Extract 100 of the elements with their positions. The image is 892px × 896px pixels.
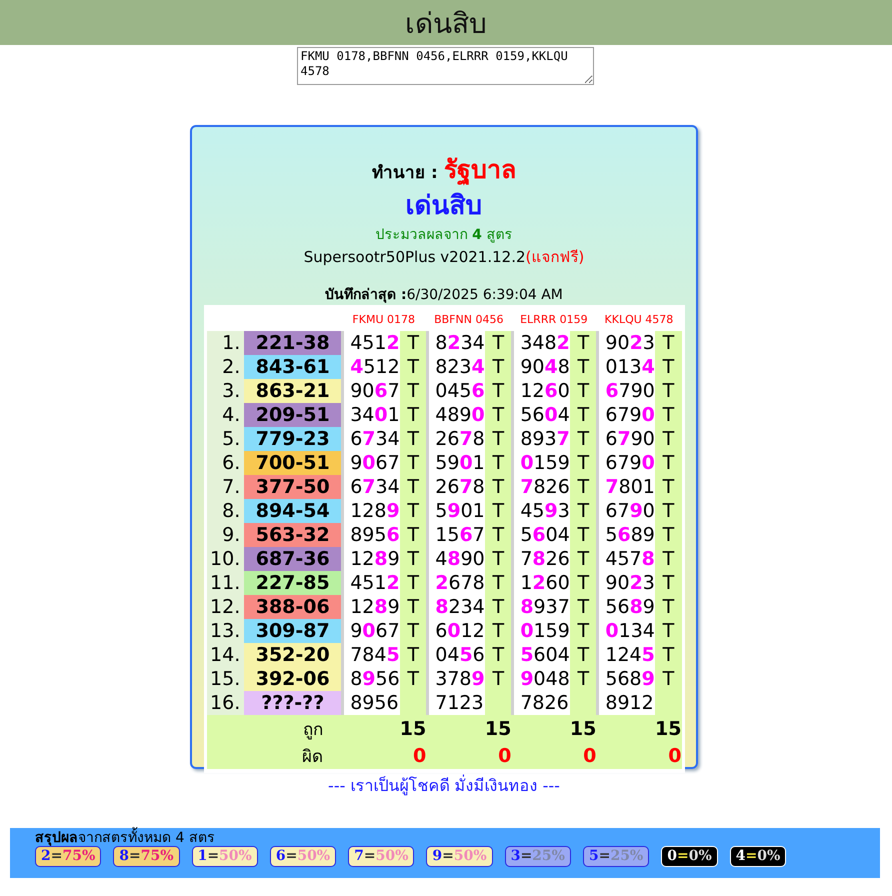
formula-number: 5689 — [596, 667, 656, 691]
predicted-number: ???-?? — [244, 691, 342, 715]
digit-percent-chip: 3=25% — [504, 846, 571, 867]
row-index: 7. — [206, 475, 244, 499]
formula-input-field[interactable]: FKMU 0178,BBFNN 0456,ELRRR 0159,KKLQU 4578 — [296, 47, 594, 85]
predict-label: ทำนาย : — [372, 162, 438, 185]
formula-number: 4593 — [511, 499, 570, 523]
row-index: 8. — [206, 499, 244, 523]
hit-mark: T — [570, 499, 596, 523]
formula-number: 8956 — [341, 691, 400, 715]
digit-percent-chip: 2=75% — [35, 846, 102, 867]
hit-mark: T — [485, 499, 512, 523]
formula-number: 8912 — [596, 691, 656, 715]
formula-number: 5901 — [426, 499, 486, 523]
total-label: ถูก — [303, 720, 324, 740]
formula-number: 5901 — [426, 451, 486, 475]
formula-number: 7826 — [511, 547, 570, 571]
hit-mark: T — [485, 355, 512, 379]
hit-mark: T — [485, 427, 512, 451]
formula-number: 4890 — [426, 403, 486, 427]
hit-mark: T — [400, 451, 426, 475]
formula-number: 4512 — [341, 355, 400, 379]
subtitle-text: ประมวลผลจาก 4 สูตร — [376, 226, 512, 245]
hit-mark: T — [400, 379, 426, 403]
hit-mark: T — [570, 547, 596, 571]
formula-number: 6734 — [341, 427, 400, 451]
hit-mark: T — [570, 331, 596, 355]
hit-mark: T — [485, 595, 512, 619]
hit-mark: T — [485, 523, 512, 547]
row-index: 15. — [206, 667, 244, 691]
digit-percent-chip: 7=50% — [348, 846, 414, 867]
hit-mark: T — [400, 475, 426, 499]
saved-label: บันทึกล่าสุด : — [325, 287, 407, 303]
predicted-number: 779-23 — [244, 427, 342, 451]
total-count: 15 — [655, 718, 682, 740]
formula-number: 8234 — [426, 355, 486, 379]
formula-number: 1289 — [341, 547, 400, 571]
predicted-number: 843-61 — [244, 355, 342, 379]
formula-number: 0456 — [426, 643, 486, 667]
digit-percent-chip: 8=75% — [113, 846, 180, 867]
row-index: 5. — [206, 427, 244, 451]
formula-number: 1567 — [426, 523, 486, 547]
hit-mark: T — [655, 379, 682, 403]
formula-number: 0134 — [596, 355, 656, 379]
digit-percent-chip: 5=25% — [582, 846, 650, 867]
hit-mark: T — [400, 547, 426, 571]
hit-mark: T — [400, 595, 426, 619]
formula-number: 0159 — [511, 451, 570, 475]
formula-number: 7801 — [596, 475, 656, 499]
hit-mark: T — [485, 547, 512, 571]
predicted-number: 563-32 — [244, 523, 342, 547]
total-count: 15 — [570, 718, 596, 740]
hit-mark: T — [400, 331, 426, 355]
total-count: 0 — [498, 744, 512, 766]
hit-mark: T — [570, 427, 596, 451]
column-header: FKMU 0178 — [351, 312, 416, 328]
formula-number: 8956 — [341, 667, 400, 691]
row-index: 14. — [206, 643, 244, 667]
predicted-number: 388-06 — [244, 595, 342, 619]
formula-number: 4578 — [596, 547, 656, 571]
formula-number: 5689 — [596, 523, 656, 547]
predicted-number: 209-51 — [244, 403, 342, 427]
formula-number: 0456 — [426, 379, 486, 403]
formula-number: 6790 — [596, 499, 656, 523]
hit-mark: T — [485, 403, 512, 427]
hit-mark: T — [485, 571, 512, 595]
hit-mark: T — [655, 571, 682, 595]
hit-mark: T — [400, 643, 426, 667]
hit-mark: T — [655, 403, 682, 427]
formula-number: 9067 — [341, 379, 400, 403]
hit-mark: T — [570, 643, 596, 667]
row-index: 11. — [206, 571, 244, 595]
hit-mark: T — [655, 355, 682, 379]
predicted-number: 863-21 — [244, 379, 342, 403]
row-index: 10. — [206, 547, 244, 571]
formula-number: 3401 — [341, 403, 400, 427]
row-index: 16. — [206, 691, 244, 715]
row-index: 3. — [206, 379, 244, 403]
hit-mark: T — [485, 667, 512, 691]
hit-mark: T — [570, 355, 596, 379]
lottery-name: รัฐบาล — [444, 154, 516, 188]
digit-percent-chip: 0=0% — [661, 846, 718, 867]
row-index: 12. — [206, 595, 244, 619]
total-count: 15 — [400, 718, 426, 740]
hit-mark: T — [485, 619, 512, 643]
formula-number: 7845 — [341, 643, 400, 667]
formula-number: 3789 — [426, 667, 486, 691]
formula-number: 9023 — [596, 331, 656, 355]
hit-mark: T — [400, 523, 426, 547]
formula-number: 4512 — [341, 331, 400, 355]
hit-mark: T — [655, 451, 682, 475]
motto-text: --- เราเป็นผู้โชคดี มั่งมีเงินทอง --- — [328, 774, 560, 798]
formula-number: 8937 — [511, 595, 570, 619]
total-count: 15 — [484, 718, 512, 740]
hit-mark: T — [655, 667, 682, 691]
hit-mark: T — [400, 427, 426, 451]
free-note: (แจกฟรี) — [526, 248, 584, 266]
formula-number: 9048 — [511, 667, 570, 691]
formula-number: 5604 — [511, 643, 570, 667]
digit-percent-chip: 9=50% — [426, 846, 493, 867]
